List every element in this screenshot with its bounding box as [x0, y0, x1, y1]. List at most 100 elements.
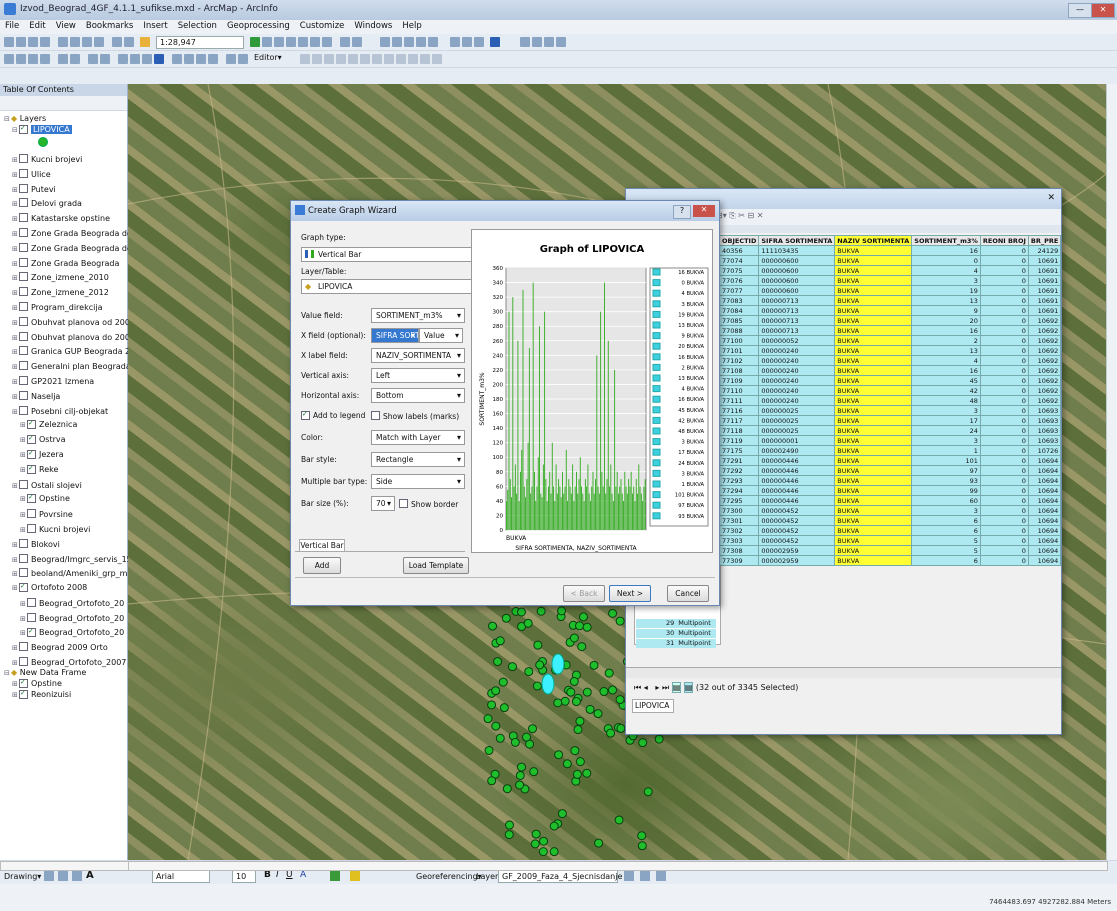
table-cell[interactable]: 10691	[1027, 295, 1062, 306]
table-cell[interactable]: 0	[979, 535, 1029, 546]
table-row[interactable]: 77074 000000600 BUKVA 0 0 10691	[718, 255, 1062, 266]
toc-layer-item[interactable]: ⊞ Putevi	[12, 183, 56, 194]
map-point-feature[interactable]	[495, 636, 505, 646]
multiple-bar-type-select[interactable]: Side	[371, 474, 465, 489]
arctoolbox-icon[interactable]	[298, 37, 308, 47]
table-cell[interactable]: 77108	[718, 365, 760, 376]
back-extent-icon[interactable]	[88, 54, 98, 64]
table-cell[interactable]: 19	[911, 285, 981, 296]
create-viewer-icon[interactable]	[238, 54, 248, 64]
map-point-feature[interactable]	[654, 734, 664, 744]
table-cell[interactable]: 000000446	[758, 495, 836, 506]
table-row[interactable]: 77292 000000446 BUKVA 97 0 10694	[718, 465, 1062, 476]
georeferencing-menu[interactable]: Georeferencing▾	[416, 872, 482, 881]
table-cell[interactable]: BUKVA	[834, 355, 913, 366]
color-swatch-icon[interactable]	[490, 37, 500, 47]
bar-size-stepper[interactable]: 70	[371, 496, 395, 511]
table-row[interactable]: 77116 000000025 BUKVA 3 0 10693	[718, 405, 1062, 416]
table-cell[interactable]: BUKVA	[834, 545, 913, 556]
table-cell[interactable]: BUKVA	[834, 495, 913, 506]
editor-menu[interactable]: Editor▾	[254, 53, 282, 62]
measure-icon[interactable]	[352, 37, 362, 47]
table-cell[interactable]: 10692	[1027, 395, 1062, 406]
table-cell[interactable]: 10694	[1027, 495, 1062, 506]
edit-tool-icon[interactable]	[420, 54, 430, 64]
color-select[interactable]: Match with Layer	[371, 430, 465, 445]
menu-geoprocessing[interactable]: Geoprocessing	[222, 20, 295, 32]
back-button[interactable]: < Back	[563, 585, 605, 602]
table-cell[interactable]: 13	[911, 295, 981, 306]
table-cell[interactable]: 0	[911, 255, 981, 266]
table-cell[interactable]: 10694	[1027, 555, 1062, 566]
table-cell[interactable]: 10694	[1027, 535, 1062, 546]
table-cell[interactable]: 77100	[718, 335, 760, 346]
menu-view[interactable]: View	[51, 20, 81, 32]
table-cell[interactable]: 0	[979, 395, 1029, 406]
edit-tool-icon[interactable]	[408, 54, 418, 64]
text-icon[interactable]: A	[86, 870, 94, 881]
table-row[interactable]: 77102 000000240 BUKVA 4 0 10692	[718, 355, 1062, 366]
map-point-feature[interactable]	[585, 704, 595, 714]
table-row[interactable]: 40356 111103435 BUKVA 16 0 24129	[718, 245, 1062, 256]
table-cell[interactable]: 000000240	[758, 365, 836, 376]
table-cell[interactable]: BUKVA	[834, 455, 913, 466]
vertical-axis-select[interactable]: Left	[371, 368, 465, 383]
map-point-feature[interactable]	[643, 787, 653, 797]
table-cell[interactable]: 10692	[1027, 365, 1062, 376]
table-cell[interactable]: 000000452	[758, 535, 836, 546]
underline-icon[interactable]: U	[286, 870, 293, 880]
selected-map-feature[interactable]	[551, 653, 565, 675]
table-cell[interactable]: 10691	[1027, 265, 1062, 276]
map-point-feature[interactable]	[572, 769, 582, 779]
table-cell[interactable]: 000000240	[758, 355, 836, 366]
table-cell[interactable]: 0	[979, 475, 1029, 486]
map-point-feature[interactable]	[487, 776, 497, 786]
column-header[interactable]: NAZIV SORTIMENTA	[834, 235, 913, 246]
table-cell[interactable]: 000000446	[758, 465, 836, 476]
table-cell[interactable]: BUKVA	[834, 255, 913, 266]
toc-layer-item[interactable]: ⊞ Delovi grada	[12, 198, 82, 208]
load-template-button[interactable]: Load Template	[403, 557, 469, 574]
table-row[interactable]: 77088 000000713 BUKVA 16 0 10692	[718, 325, 1062, 336]
map-point-feature[interactable]	[554, 750, 564, 760]
model-builder-icon[interactable]	[322, 37, 332, 47]
toc-layer-item[interactable]: ⊞ Ulice	[12, 168, 51, 179]
table-cell[interactable]: 3	[911, 275, 981, 286]
table-cell[interactable]: 10693	[1027, 415, 1062, 426]
zoom-in-icon[interactable]	[4, 54, 14, 64]
table-row[interactable]: 77077 000000600 BUKVA 19 0 10691	[718, 285, 1062, 296]
map-point-feature[interactable]	[575, 757, 585, 767]
map-point-feature[interactable]	[504, 820, 514, 830]
column-header[interactable]: SIFRA SORTIMENTA	[758, 235, 836, 246]
menu-help[interactable]: Help	[397, 20, 426, 32]
table-cell[interactable]: BUKVA	[834, 305, 913, 316]
table-cell[interactable]: 10693	[1027, 425, 1062, 436]
table-cell[interactable]: 10694	[1027, 505, 1062, 516]
bar-style-select[interactable]: Rectangle	[371, 452, 465, 467]
toolbar-icon[interactable]	[380, 37, 390, 47]
delete-icon[interactable]	[94, 37, 104, 47]
attribute-table[interactable]: OBJECTID SIFRA SORTIMENTA NAZIV SORTIMENTA…	[718, 235, 1062, 566]
table-cell[interactable]: 3	[911, 435, 981, 446]
table-cell[interactable]: 24129	[1027, 245, 1062, 256]
minimize-button[interactable]: —	[1068, 3, 1092, 18]
toc-layer-item[interactable]: ⊞Reke	[20, 464, 58, 474]
select-elements-icon[interactable]	[142, 54, 152, 64]
table-cell[interactable]: 3	[911, 505, 981, 516]
table-cell[interactable]: 10691	[1027, 285, 1062, 296]
print-icon[interactable]	[40, 37, 50, 47]
bold-icon[interactable]: B	[264, 870, 271, 880]
rectangle-icon[interactable]	[72, 871, 82, 881]
table-cell[interactable]: 5	[911, 545, 981, 556]
map-point-feature[interactable]	[575, 621, 585, 631]
map-point-feature[interactable]	[487, 700, 497, 710]
table-row[interactable]: 77175 000002490 BUKVA 1 0 10726	[718, 445, 1062, 456]
toc-layer-item[interactable]: ⊞ Program_direkcija	[12, 302, 102, 312]
table-row[interactable]: 77119 000000001 BUKVA 3 0 10693	[718, 435, 1062, 446]
map-point-feature[interactable]	[608, 685, 618, 695]
map-point-feature[interactable]	[507, 662, 517, 672]
table-cell[interactable]: 0	[979, 295, 1029, 306]
table-cell[interactable]: 000002959	[758, 555, 836, 566]
identify-info-icon[interactable]	[154, 54, 164, 64]
table-cell[interactable]: 9	[911, 305, 981, 316]
